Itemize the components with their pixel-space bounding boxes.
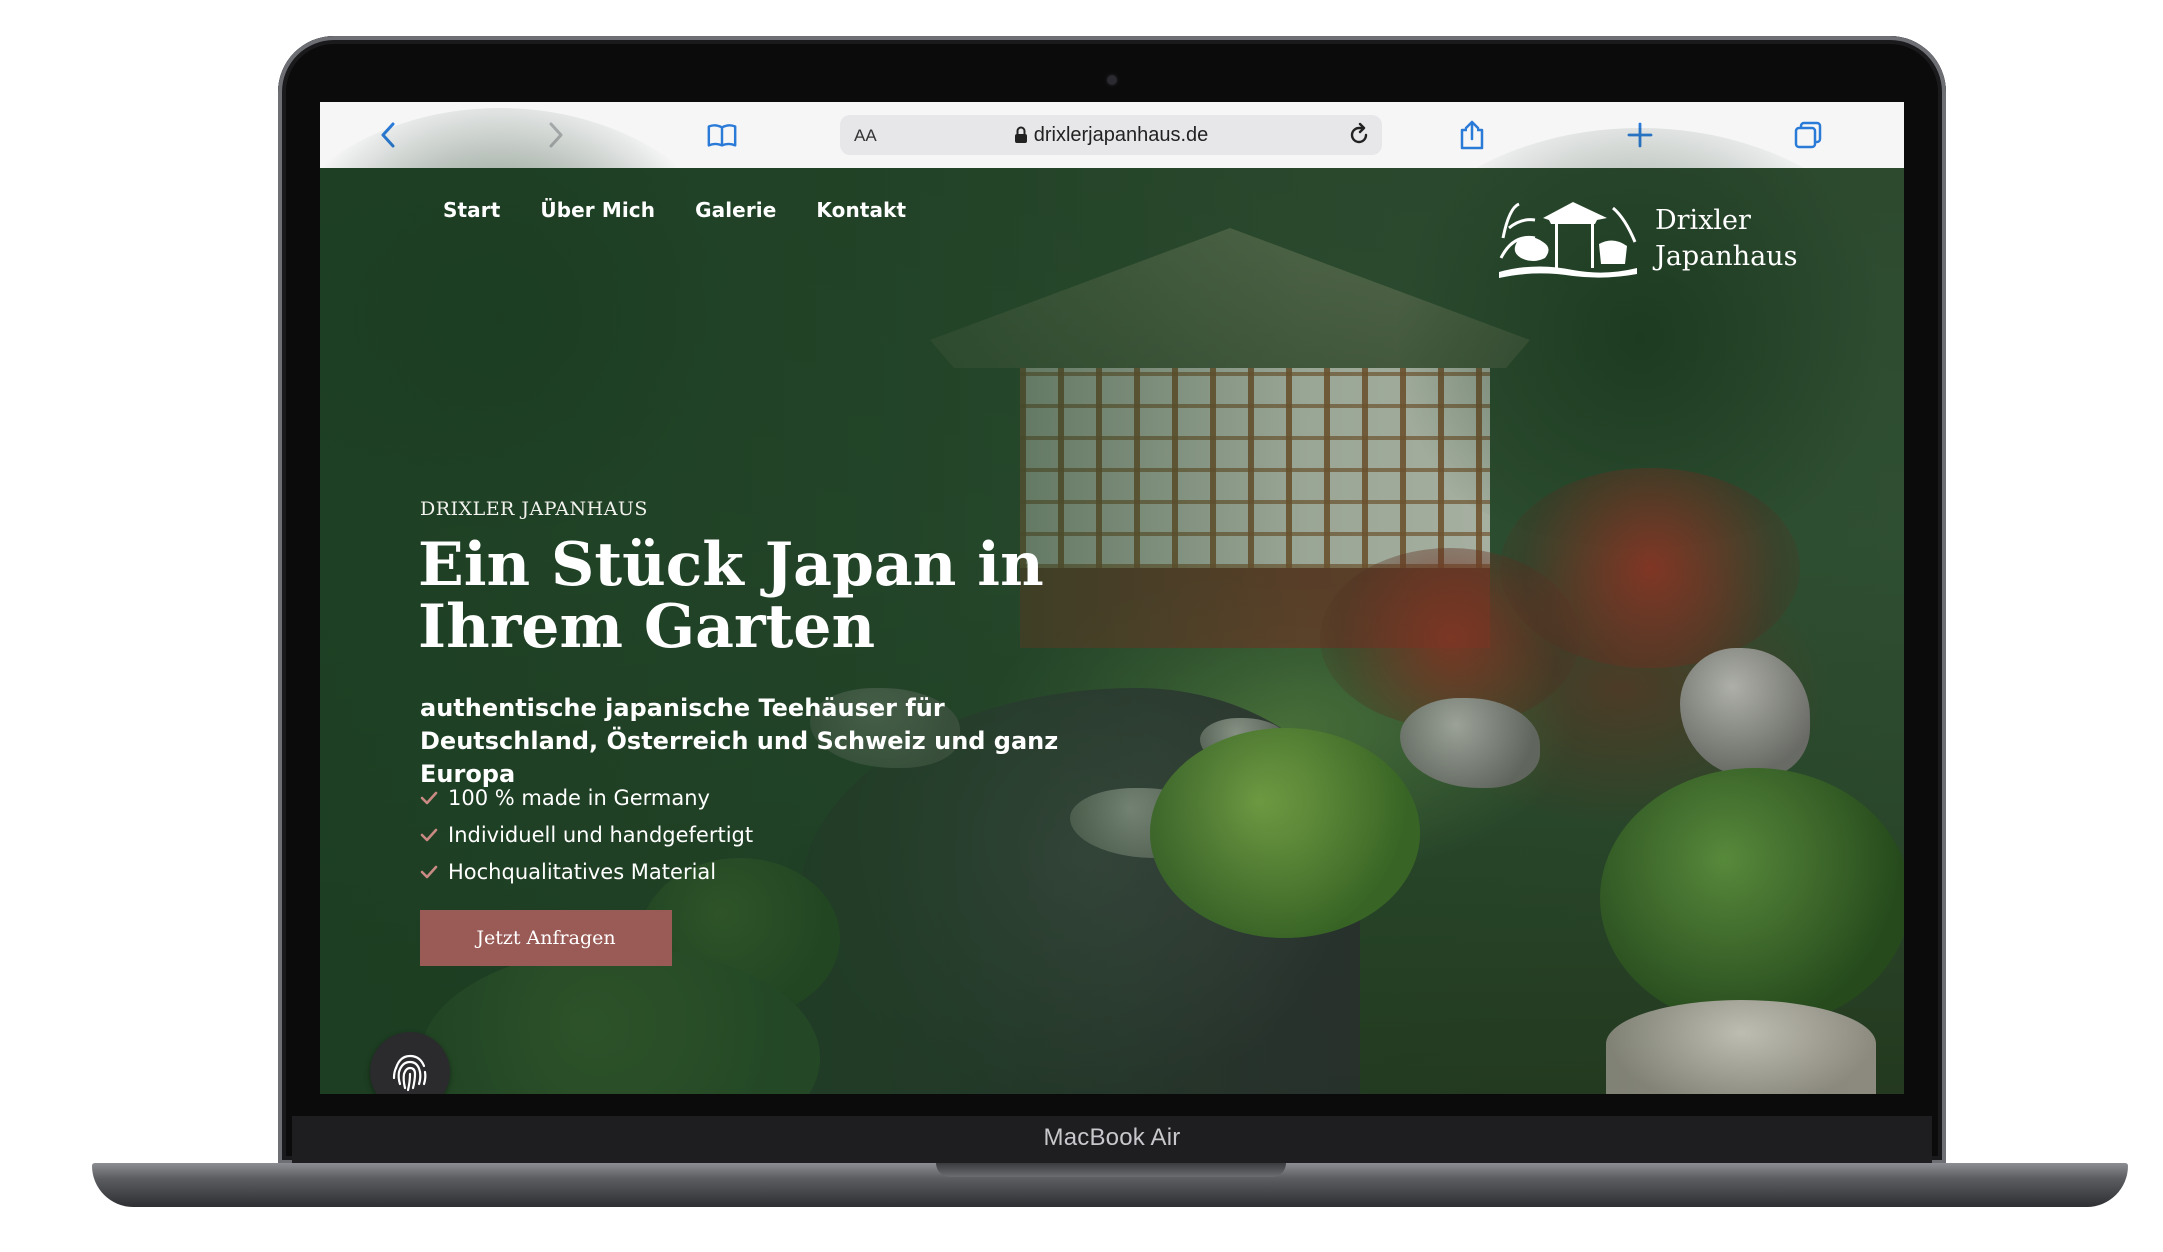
teahouse-logo-icon	[1499, 202, 1637, 278]
feature-item: 100 % made in Germany	[420, 779, 753, 816]
device-label: MacBook Air	[1043, 1124, 1181, 1151]
fingerprint-icon	[392, 1054, 427, 1092]
check-icon	[420, 865, 438, 878]
check-icon	[420, 791, 438, 804]
camera-icon	[1107, 75, 1117, 85]
logo-text: Drixler Japanhaus	[1655, 203, 1797, 275]
feature-text: 100 % made in Germany	[448, 785, 710, 810]
feature-text: Individuell und handgefertigt	[448, 822, 754, 847]
feature-item: Individuell und handgefertigt	[420, 816, 753, 853]
macbook-mockup: AA drixlerjapanhaus.de Start Über Mich G…	[0, 0, 2163, 1252]
hero-headline: Ein Stück Japan in Ihrem Garten	[418, 530, 1044, 662]
screen: AA drixlerjapanhaus.de Start Über Mich G…	[320, 102, 1904, 1094]
nav-item-start[interactable]: Start	[443, 198, 500, 222]
logo-line-2: Japanhaus	[1655, 241, 1798, 272]
address-bar[interactable]: AA drixlerjapanhaus.de	[840, 115, 1382, 155]
request-button[interactable]: Jetzt Anfragen	[420, 910, 672, 966]
nav-item-ueber-mich[interactable]: Über Mich	[540, 198, 655, 222]
reload-icon[interactable]	[1346, 122, 1372, 148]
nav-item-kontakt[interactable]: Kontakt	[816, 198, 906, 222]
lock-icon	[1014, 126, 1027, 143]
hero-subline: authentische japanische Teehäuser für De…	[420, 694, 1059, 788]
hero-eyebrow: DRIXLER JAPANHAUS	[420, 498, 648, 520]
nav-item-galerie[interactable]: Galerie	[695, 198, 776, 222]
site-logo[interactable]: Drixler Japanhaus	[1495, 198, 1797, 280]
hero-section: Start Über Mich Galerie Kontakt Drixler …	[320, 108, 1904, 1094]
main-nav: Start Über Mich Galerie Kontakt	[443, 198, 946, 222]
url-text: drixlerjapanhaus.de	[1033, 123, 1209, 146]
logo-line-1: Drixler	[1655, 205, 1751, 236]
feature-list: 100 % made in Germany Individuell und ha…	[420, 779, 753, 890]
check-icon	[420, 828, 438, 841]
feature-item: Hochqualitatives Material	[420, 853, 753, 890]
share-icon[interactable]	[1456, 119, 1488, 151]
bookmarks-icon[interactable]	[706, 119, 738, 151]
macbook-opening-notch	[936, 1163, 1286, 1177]
tabs-icon[interactable]	[1792, 119, 1824, 151]
feature-text: Hochqualitatives Material	[448, 859, 717, 884]
